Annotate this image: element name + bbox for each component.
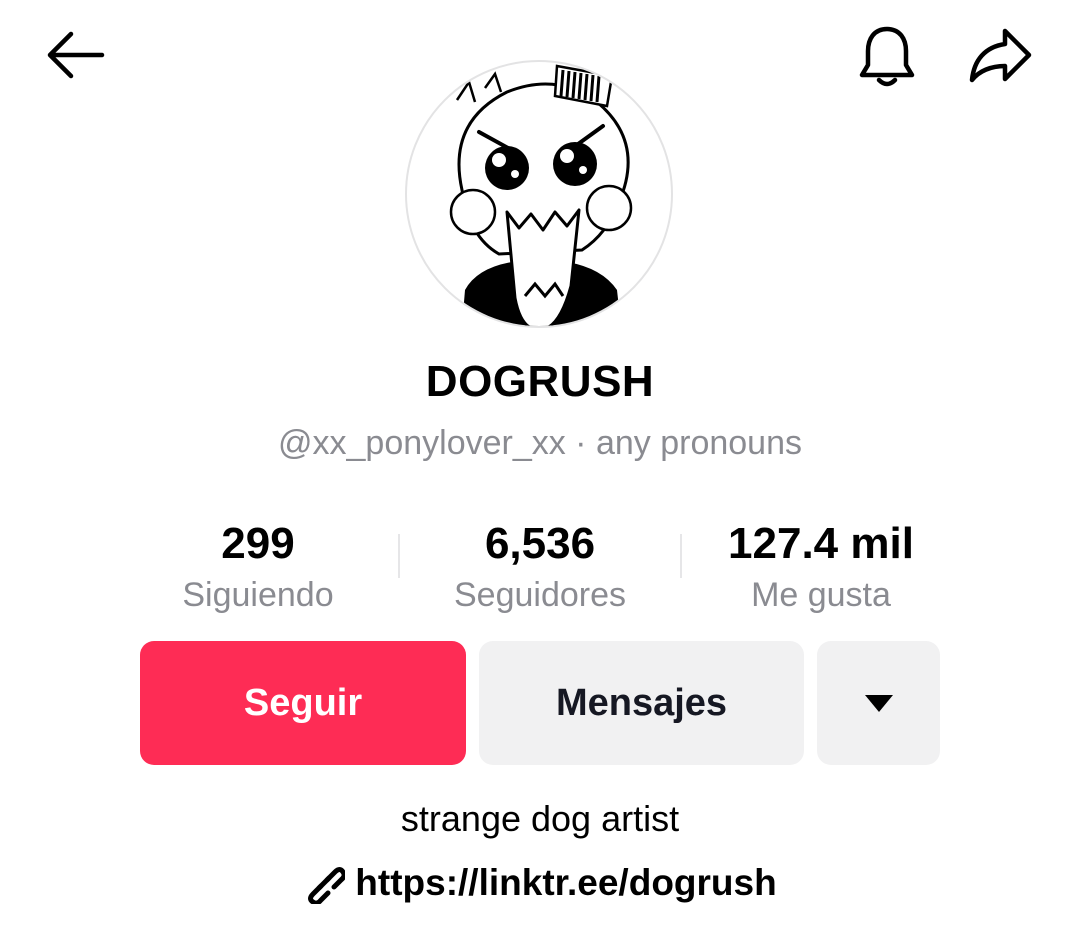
followers-count: 6,536 [484,519,596,568]
arrow-left-icon [47,31,105,79]
display-name: DOGRUSH [425,357,655,406]
share-button[interactable] [964,22,1036,88]
notification-bell-button[interactable] [854,22,920,90]
followers-label: Seguidores [453,576,626,614]
stat-likes[interactable]: 127.4 mil Me gusta [681,517,961,617]
bio-link-text[interactable]: https://linktr.ee/dogrush [355,862,776,904]
link-icon [308,867,346,904]
following-label: Siguiendo [182,576,334,614]
following-count: 299 [221,519,295,568]
bio-text: strange dog artist [400,798,680,839]
profile-avatar[interactable] [405,60,673,328]
likes-count: 127.4 mil [728,519,914,568]
stat-following[interactable]: 299 Siguiendo [118,517,398,617]
likes-label: Me gusta [751,576,891,614]
back-button[interactable] [40,22,110,88]
stat-followers[interactable]: 6,536 Seguidores [400,517,680,617]
follow-button[interactable]: Seguir [140,641,466,765]
message-button[interactable]: Mensajes [479,641,804,765]
bio-link[interactable]: https://linktr.ee/dogrush [0,862,1080,904]
username-and-pronouns: @xx_ponylover_xx · any pronouns [277,424,802,462]
share-arrow-icon [969,28,1032,83]
cartoon-dog-avatar [449,64,633,326]
more-options-button[interactable] [817,641,940,765]
bell-icon [859,26,915,87]
caret-down-icon [864,695,893,712]
